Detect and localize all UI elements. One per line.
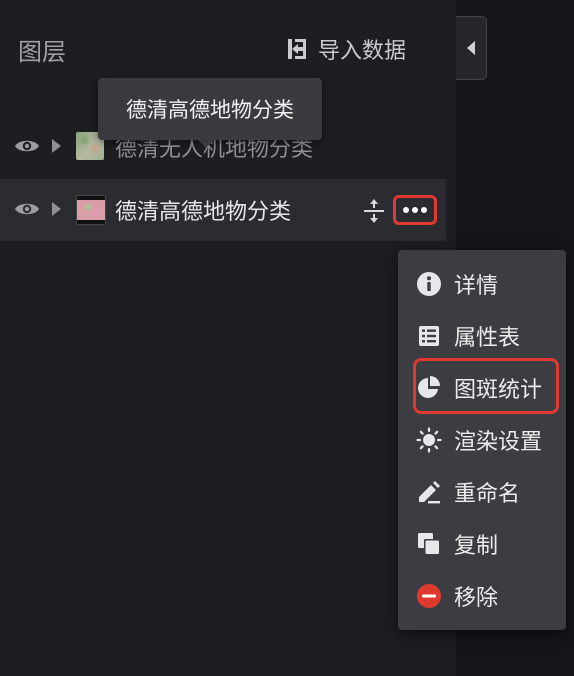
import-icon	[288, 39, 306, 59]
layer-row-active[interactable]: 德清高德地物分类	[0, 179, 446, 241]
import-data-label: 导入数据	[318, 39, 407, 64]
drag-handle-icon[interactable]	[362, 198, 386, 224]
menu-item-label: 详情	[454, 274, 499, 299]
menu-item-label: 移除	[454, 586, 499, 611]
copy-icon	[416, 531, 442, 557]
menu-item-label: 复制	[454, 534, 499, 559]
menu-item-attribute-table[interactable]: 属性表	[398, 310, 566, 362]
more-dots-icon	[403, 207, 427, 213]
layer-name: 德清高德地物分类	[115, 200, 292, 225]
caret-right-icon[interactable]	[50, 201, 62, 217]
sun-icon	[416, 427, 442, 453]
menu-item-details[interactable]: 详情	[398, 258, 566, 310]
menu-item-rename[interactable]: 重命名	[398, 466, 566, 518]
pie-chart-icon	[416, 375, 442, 401]
menu-item-remove[interactable]: 移除	[398, 570, 566, 622]
caret-right-icon[interactable]	[50, 138, 62, 154]
eye-icon[interactable]	[14, 199, 40, 219]
table-icon	[416, 323, 442, 349]
info-icon	[416, 271, 442, 297]
more-options-button[interactable]	[393, 195, 437, 225]
menu-item-label: 图斑统计	[454, 378, 543, 403]
import-data-button[interactable]: 导入数据	[284, 32, 406, 66]
layer-name-tooltip: 德清高德地物分类	[98, 78, 322, 148]
remove-icon	[416, 583, 442, 609]
layer-manager: 图层 导入数据 德清无人机地物分类 德清高德地物分类 德清高德地物分类 详情 属…	[0, 0, 574, 676]
eye-icon[interactable]	[14, 136, 40, 156]
collapse-panel-button[interactable]	[456, 16, 487, 80]
menu-item-render-settings[interactable]: 渲染设置	[398, 414, 566, 466]
layer-context-menu: 详情 属性表 图斑统计 渲染设置 重命名 复制 移除	[398, 250, 566, 630]
caret-left-icon	[467, 41, 475, 55]
tooltip-text: 德清高德地物分类	[126, 98, 294, 122]
panel-title: 图层	[18, 38, 66, 66]
edit-icon	[416, 479, 442, 505]
menu-item-patch-statistics[interactable]: 图斑统计	[398, 362, 566, 414]
menu-item-copy[interactable]: 复制	[398, 518, 566, 570]
menu-item-label: 渲染设置	[454, 430, 543, 455]
menu-item-label: 重命名	[454, 482, 521, 507]
layer-thumbnail	[76, 195, 106, 225]
menu-item-label: 属性表	[454, 326, 521, 351]
